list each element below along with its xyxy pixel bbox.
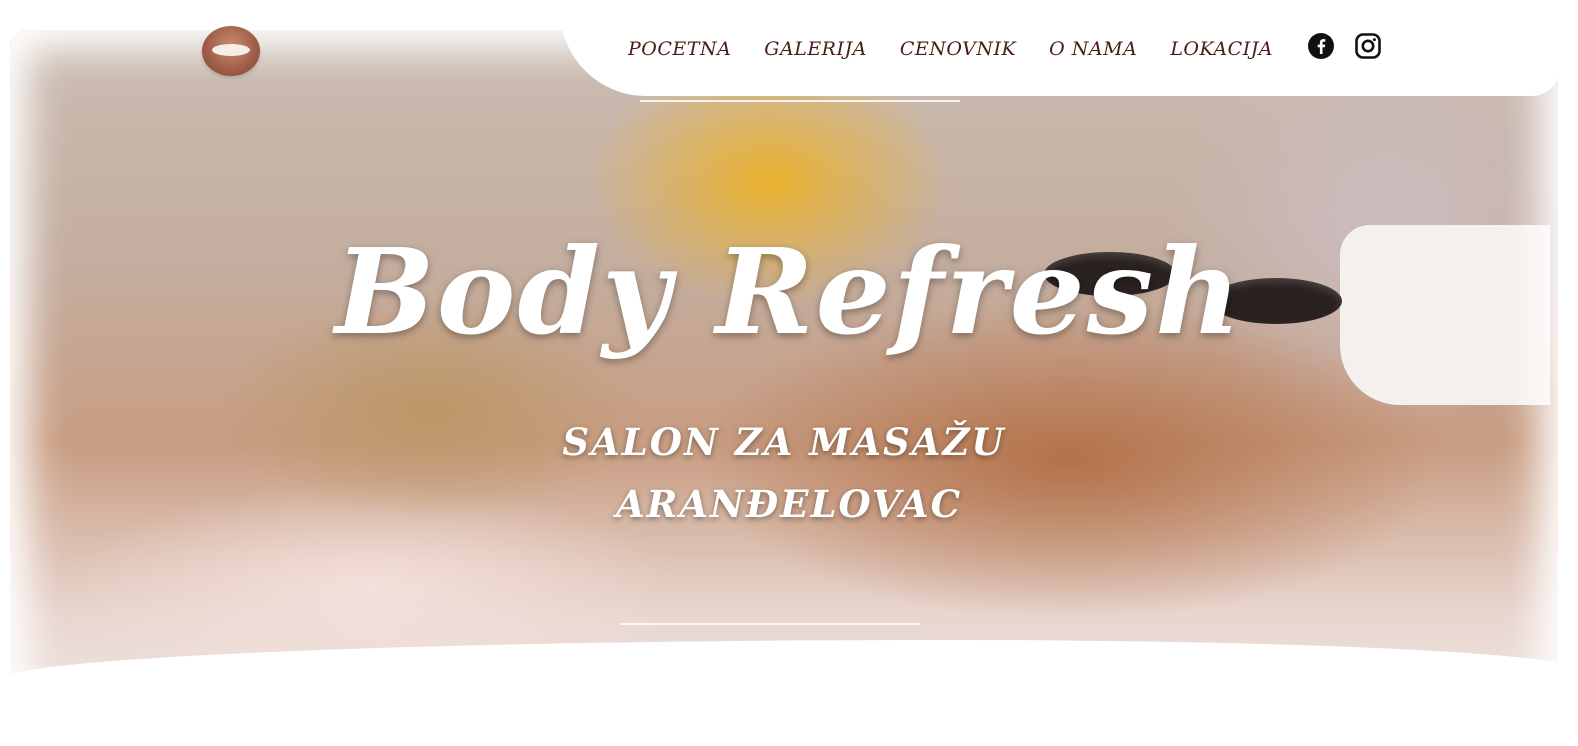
subtitle-line-1: SALON ZA MASAŽU: [562, 420, 1006, 464]
subtitle-line-2: ARANĐELOVAC: [615, 482, 963, 526]
hero-image: [10, 30, 1558, 720]
nav-item-lokacija[interactable]: LOKACIJA: [1170, 38, 1273, 60]
nav-item-galerija[interactable]: GALERIJA: [764, 38, 867, 60]
facebook-icon[interactable]: [1307, 32, 1335, 60]
instagram-icon[interactable]: [1354, 32, 1382, 60]
nav-item-pocetna[interactable]: POCETNA: [628, 38, 731, 60]
nav-item-cenovnik[interactable]: CENOVNIK: [900, 38, 1016, 60]
brush-stroke: [620, 623, 920, 625]
main-nav: POCETNA GALERIJA CENOVNIK O NAMA LOKACIJ…: [628, 34, 1306, 64]
massage-logo-icon[interactable]: [202, 26, 260, 76]
brush-stroke: [640, 100, 960, 102]
bottom-band: [0, 640, 1578, 746]
site-title: Body Refresh: [335, 222, 1243, 361]
nav-item-o-nama[interactable]: O NAMA: [1049, 38, 1137, 60]
